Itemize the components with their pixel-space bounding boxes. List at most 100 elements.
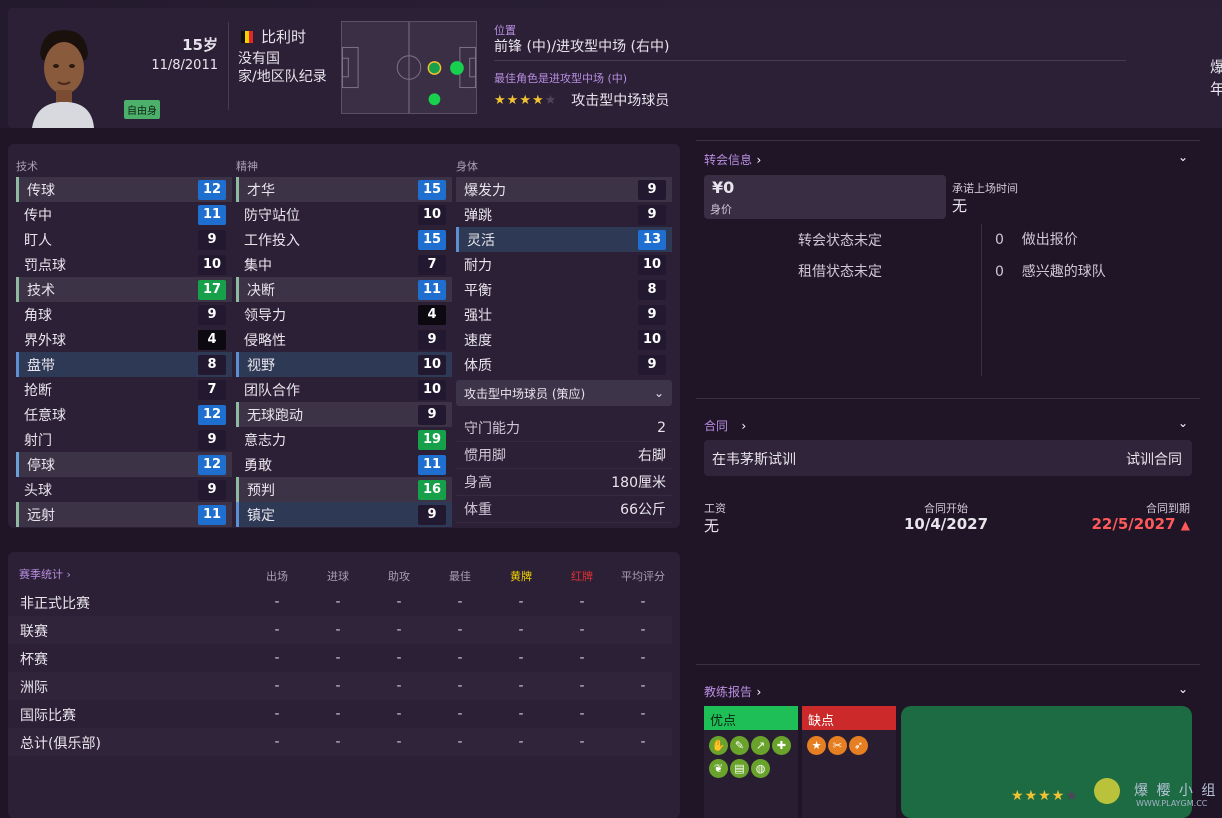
chart-icon[interactable]: ↗ [751,736,770,755]
attribute-row[interactable]: 界外球 4 [16,327,232,352]
stats-column-header[interactable]: 平均评分 [613,568,673,584]
attribute-name: 强壮 [464,307,492,324]
attribute-value: 9 [198,479,226,500]
stats-row[interactable]: 国际比赛 - - - - - - - [8,700,672,728]
stats-cell: - [457,678,463,694]
season-stats-header: 赛季统计 › 出场 进球 助攻 最佳 黄牌 红牌 平均评分 [8,566,680,584]
stats-column-header[interactable]: 助攻 [369,568,429,584]
attribute-row[interactable]: 耐力 10 [456,252,672,277]
cropped-edge-text: 爆 年 [1210,56,1222,100]
attribute-row[interactable]: 角球 9 [16,302,232,327]
runner-icon[interactable]: ➶ [849,736,868,755]
contract-end-label: 合同到期 [1146,502,1190,515]
attribute-row[interactable]: 灵活 13 [456,227,672,252]
attribute-row[interactable]: 体质 9 [456,352,672,377]
attribute-row[interactable]: 意志力 19 [236,427,452,452]
attribute-row[interactable]: 镇定 9 [236,502,452,527]
attribute-name: 抢断 [24,382,52,399]
attribute-name: 罚点球 [24,257,66,274]
attribute-value: 9 [418,329,446,350]
leaf-icon[interactable]: ❦ [709,759,728,778]
attribute-row[interactable]: 才华 15 [236,177,452,202]
wage-value: 无 [704,517,720,535]
no-intl-record-line1: 没有国 [238,51,280,67]
attribute-row[interactable]: 停球 12 [16,452,232,477]
attribute-row[interactable]: 传中 11 [16,202,232,227]
attribute-row[interactable]: 预判 16 [236,477,452,502]
attribute-row[interactable]: 防守站位 10 [236,202,452,227]
stats-row[interactable]: 杯赛 - - - - - - - [8,644,672,672]
attribute-row[interactable]: 团队合作 10 [236,377,452,402]
info-label: 守门能力 [464,421,520,437]
attribute-row[interactable]: 技术 17 [16,277,232,302]
attribute-row[interactable]: 速度 10 [456,327,672,352]
attribute-row[interactable]: 爆发力 9 [456,177,672,202]
stats-row[interactable]: 洲际 - - - - - - - [8,672,672,700]
collapse-contract-chevron-icon[interactable]: ⌄ [1178,416,1188,430]
attribute-value: 11 [418,454,446,475]
attribute-row[interactable]: 抢断 7 [16,377,232,402]
coach-report-title[interactable]: 教练报告 › [704,683,761,700]
attribute-row[interactable]: 强壮 9 [456,302,672,327]
attribute-row[interactable]: 集中 7 [236,252,452,277]
season-stats-title[interactable]: 赛季统计 › [19,566,71,582]
attribute-row[interactable]: 头球 9 [16,477,232,502]
collapse-coach-chevron-icon[interactable]: ⌄ [1178,682,1188,696]
stats-row[interactable]: 总计(俱乐部) - - - - - - - [8,728,672,756]
attribute-row[interactable]: 侵略性 9 [236,327,452,352]
attribute-row[interactable]: 领导力 4 [236,302,452,327]
weaknesses-header: 缺点 [802,706,896,730]
stats-column-header[interactable]: 最佳 [430,568,490,584]
attribute-row[interactable]: 盯人 9 [16,227,232,252]
scissors-icon[interactable]: ✂ [828,736,847,755]
attribute-value: 12 [198,179,226,200]
attribute-name: 盯人 [24,232,52,249]
globe-icon[interactable]: ◍ [751,759,770,778]
attribute-value: 15 [418,229,446,250]
stats-column-header[interactable]: 出场 [247,568,307,584]
attribute-value: 4 [198,329,226,350]
stats-cell: - [518,734,524,750]
attribute-row[interactable]: 射门 9 [16,427,232,452]
attribute-row[interactable]: 无球跑动 9 [236,402,452,427]
attribute-value: 9 [638,204,666,225]
player-avatar [30,24,96,128]
attribute-name: 平衡 [464,282,492,299]
attribute-row[interactable]: 视野 10 [236,352,452,377]
attribute-name: 集中 [244,257,272,274]
bandage-icon[interactable]: ✚ [772,736,791,755]
attribute-row[interactable]: 远射 11 [16,502,232,527]
ticket-icon[interactable]: ▤ [730,759,749,778]
contract-title[interactable]: 合同 › [704,417,746,434]
attribute-row[interactable]: 任意球 12 [16,402,232,427]
glove-icon[interactable]: ✋ [709,736,728,755]
collapse-transfer-chevron-icon[interactable]: ⌄ [1178,150,1188,164]
attribute-row[interactable]: 盘带 8 [16,352,232,377]
attribute-value: 7 [198,379,226,400]
attribute-row[interactable]: 工作投入 15 [236,227,452,252]
transfer-info-title[interactable]: 转会信息 › [704,151,761,168]
stats-cell: - [579,650,585,666]
attribute-row[interactable]: 传球 12 [16,177,232,202]
info-value: 右脚 [638,448,666,464]
stats-row[interactable]: 非正式比赛 - - - - - - - [8,588,672,616]
attribute-row[interactable]: 平衡 8 [456,277,672,302]
star-icon[interactable]: ★ [807,736,826,755]
stats-column-header[interactable]: 进球 [308,568,368,584]
attribute-row[interactable]: 弹跳 9 [456,202,672,227]
attribute-row[interactable]: 决断 11 [236,277,452,302]
stats-cell: - [457,734,463,750]
attribute-row[interactable]: 勇敢 11 [236,452,452,477]
role-select-dropdown[interactable]: 攻击型中场球员 (策应) ⌄ [456,380,672,406]
attribute-value: 9 [418,504,446,525]
stats-row[interactable]: 联赛 - - - - - - - [8,616,672,644]
attribute-row[interactable]: 罚点球 10 [16,252,232,277]
best-role-rating: ★★★★★ 攻击型中场球员 [494,90,669,110]
attribute-name: 意志力 [244,432,286,449]
stats-cell: - [518,622,524,638]
transfer-info-title-text: 转会信息 [704,153,753,167]
stats-column-header[interactable]: 黄牌 [491,568,551,584]
stats-column-header[interactable]: 红牌 [552,568,612,584]
wrench-icon[interactable]: ✎ [730,736,749,755]
nationality[interactable]: 比利时 [241,26,306,47]
